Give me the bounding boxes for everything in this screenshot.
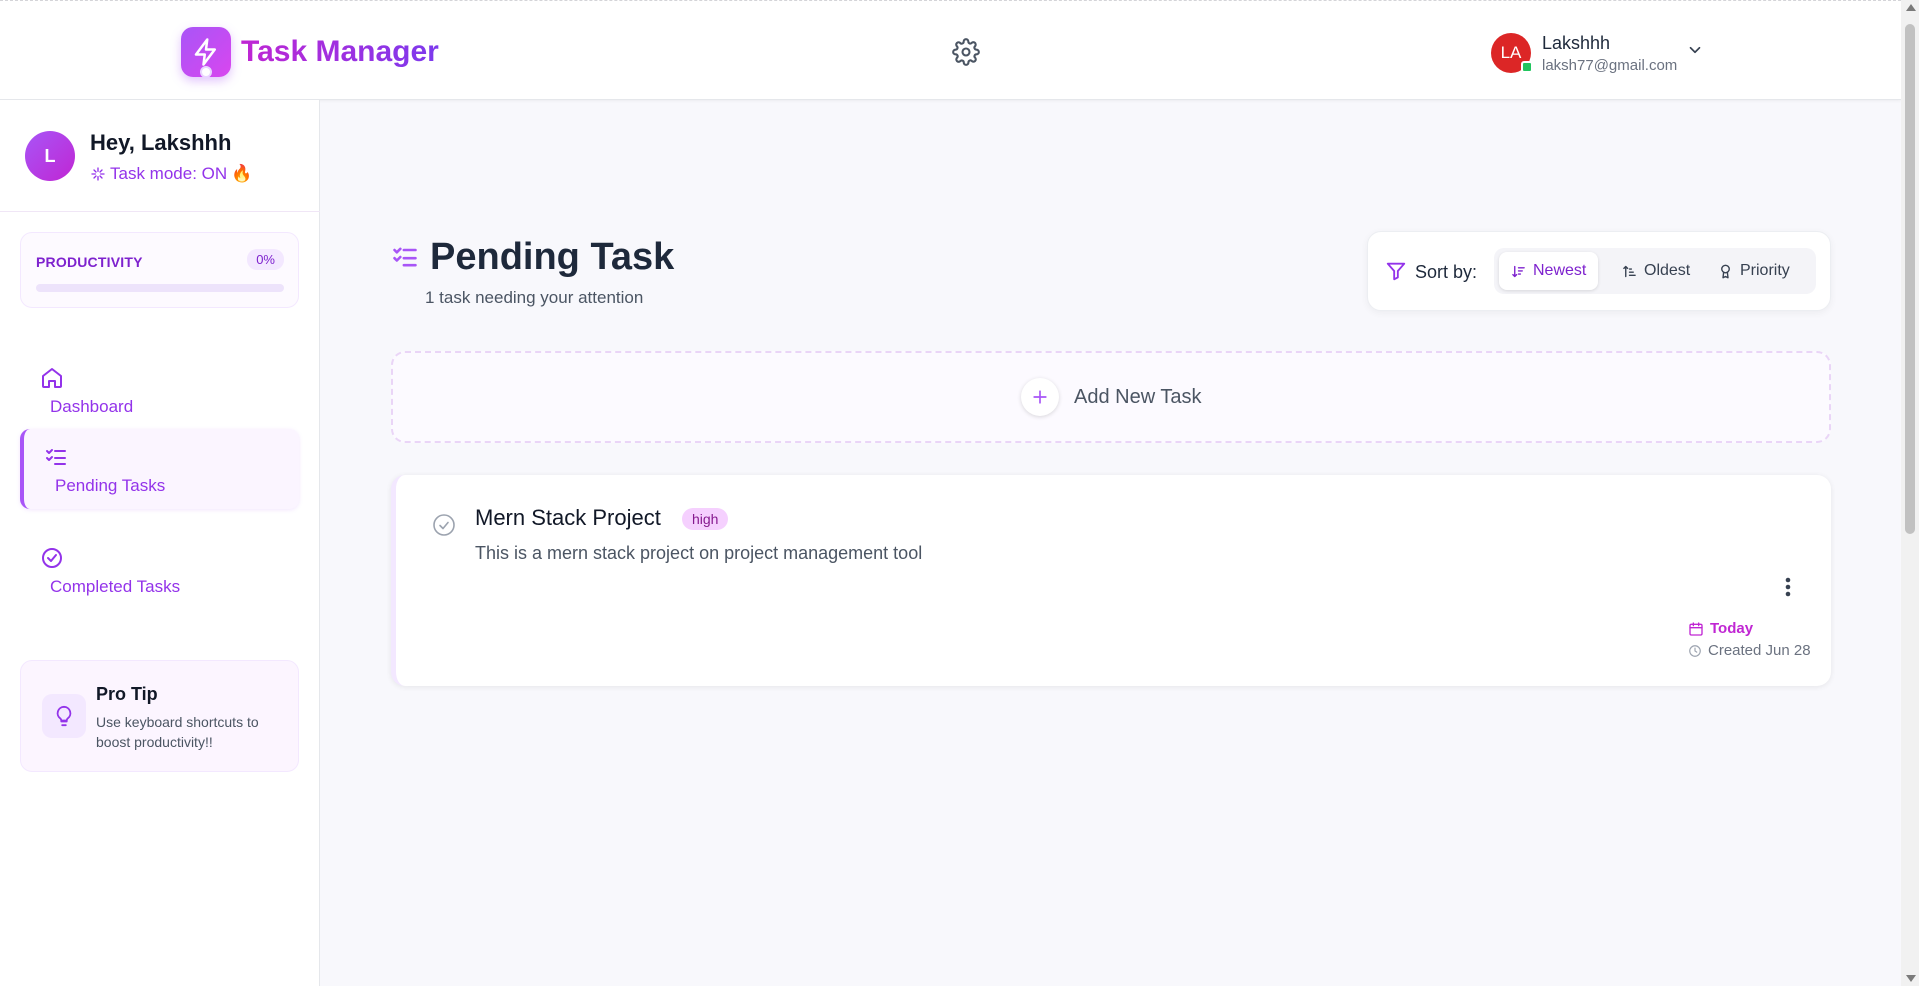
- sort-label: Sort by:: [1415, 262, 1478, 282]
- sidebar-divider: [0, 211, 320, 212]
- plus-icon: [1021, 378, 1059, 416]
- scroll-down-arrow-icon[interactable]: [1906, 975, 1916, 982]
- sidebar-item-pending-tasks[interactable]: Pending Tasks: [20, 429, 299, 509]
- sidebar-item-dashboard[interactable]: Dashboard: [20, 350, 299, 430]
- task-description: This is a mern stack project on project …: [475, 543, 923, 563]
- home-icon: [42, 368, 62, 388]
- sort-priority-button[interactable]: Priority: [1706, 252, 1802, 290]
- greeting-name: Hey, Lakshhh: [90, 130, 232, 155]
- top-bar: Task Manager LA Lakshhh laksh77@gmail.co…: [0, 0, 1901, 100]
- chevron-down-icon[interactable]: [1686, 41, 1704, 59]
- award-icon: [1721, 264, 1730, 278]
- sort-asc-icon: [1623, 265, 1636, 277]
- page-title: Pending Task: [430, 236, 675, 278]
- sidebar: L Hey, Lakshhh Task mode: ON 🔥 PRODUCTIV…: [0, 100, 320, 986]
- settings-gear-icon[interactable]: [952, 38, 980, 66]
- list-check-icon: [46, 449, 66, 465]
- sort-oldest-button[interactable]: Oldest: [1610, 252, 1702, 290]
- online-status-dot: [1521, 61, 1533, 73]
- task-due-date: Today: [1688, 620, 1753, 637]
- pro-tip-title: Pro Tip: [96, 684, 158, 704]
- task-created-label: Created Jun 28: [1708, 642, 1811, 659]
- sparkle-icon: [91, 167, 105, 181]
- sidebar-item-label: Completed Tasks: [50, 577, 181, 596]
- scroll-up-arrow-icon[interactable]: [1906, 4, 1916, 11]
- task-mode-label: Task mode: ON: [110, 164, 228, 183]
- task-due-label: Today: [1710, 620, 1754, 637]
- sort-oldest-label: Oldest: [1644, 262, 1691, 279]
- page-scrollbar[interactable]: [1901, 0, 1919, 986]
- sort-priority-label: Priority: [1740, 262, 1790, 279]
- task-card[interactable]: Mern Stack Project high This is a mern s…: [391, 475, 1831, 686]
- productivity-label: PRODUCTIVITY: [36, 254, 143, 270]
- calendar-icon: [1689, 621, 1703, 636]
- sort-desc-icon: [1512, 265, 1525, 277]
- add-task-label: Add New Task: [1074, 386, 1202, 408]
- task-complete-checkbox-icon[interactable]: [432, 513, 456, 537]
- task-created-date: Created Jun 28: [1688, 642, 1811, 659]
- lightbulb-icon: [42, 694, 86, 738]
- list-check-icon: [393, 247, 417, 267]
- app-title[interactable]: Task Manager: [241, 35, 439, 69]
- priority-badge: high: [682, 508, 729, 530]
- page-subtitle: 1 task needing your attention: [425, 288, 644, 307]
- pro-tip-text: Use keyboard shortcuts to boost producti…: [96, 714, 259, 750]
- sort-control: Sort by: Newest Oldest Priority: [1367, 231, 1831, 311]
- check-circle-icon: [42, 548, 62, 568]
- sidebar-item-completed-tasks[interactable]: Completed Tasks: [20, 530, 299, 610]
- scrollbar-thumb[interactable]: [1905, 24, 1915, 534]
- fire-icon: 🔥: [231, 164, 253, 183]
- productivity-bar: [36, 284, 284, 292]
- user-name[interactable]: Lakshhh: [1542, 33, 1610, 54]
- user-email: laksh77@gmail.com: [1542, 57, 1678, 74]
- add-task-button[interactable]: Add New Task: [391, 351, 1831, 443]
- more-vertical-icon[interactable]: [1778, 575, 1798, 599]
- productivity-card: PRODUCTIVITY 0%: [20, 232, 299, 308]
- sort-newest-button[interactable]: Newest: [1499, 252, 1599, 290]
- clock-icon: [1689, 644, 1701, 657]
- pro-tip-card: Pro Tip Use keyboard shortcuts to boost …: [20, 660, 299, 772]
- sidebar-item-label: Pending Tasks: [55, 476, 166, 495]
- greeting-avatar: L: [25, 131, 75, 181]
- task-mode-status: Task mode: ON 🔥: [90, 164, 252, 184]
- productivity-percent: 0%: [247, 249, 284, 270]
- filter-icon: [1386, 262, 1406, 281]
- sort-newest-label: Newest: [1533, 262, 1587, 279]
- task-title: Mern Stack Project: [475, 505, 661, 530]
- sidebar-item-label: Dashboard: [50, 397, 134, 416]
- logo-status-dot: [200, 66, 212, 78]
- sort-options: Newest Oldest Priority: [1494, 248, 1816, 294]
